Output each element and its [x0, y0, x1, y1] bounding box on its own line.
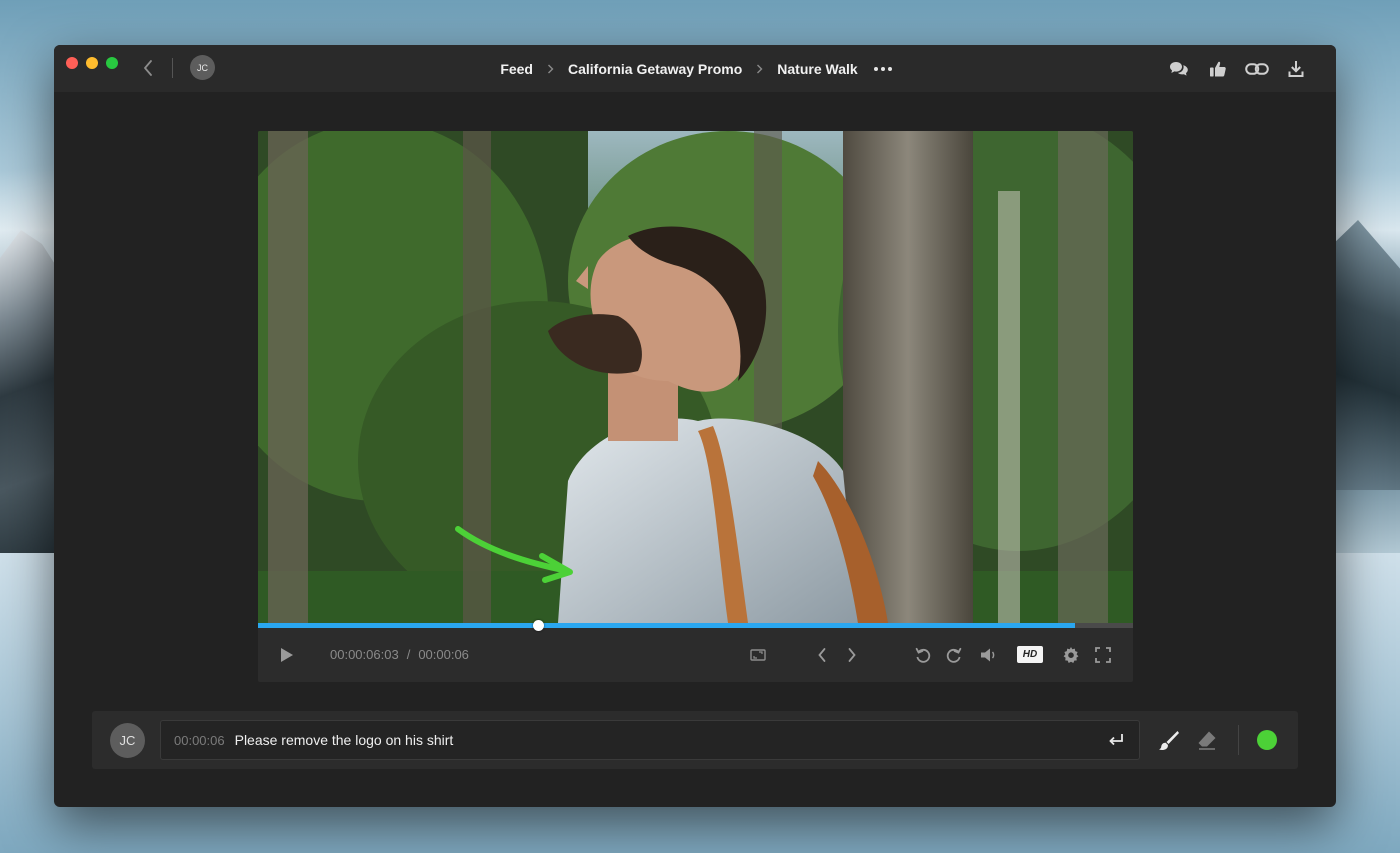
video-frame-image: [258, 131, 1133, 623]
chevron-right-icon: [848, 648, 856, 662]
toolbar-divider: [1238, 725, 1239, 755]
gear-icon: [1063, 647, 1079, 663]
previous-frame-button[interactable]: [809, 642, 835, 668]
color-picker-button[interactable]: [1257, 730, 1277, 750]
player-controls: 00:00:06:03 / 00:00:06 HD: [258, 628, 1133, 682]
download-icon[interactable]: [1283, 56, 1308, 81]
app-window: JC Feed California Getaway Promo Nature …: [54, 45, 1336, 807]
volume-button[interactable]: [976, 642, 1002, 668]
eraser-icon: [1198, 731, 1216, 750]
draw-tool-button[interactable]: [1155, 726, 1183, 754]
hd-quality-badge[interactable]: HD: [1017, 646, 1043, 663]
timecode-display: 00:00:06:03 / 00:00:06: [330, 647, 469, 662]
comment-composer: JC 00:00:06 Please remove the logo on hi…: [92, 711, 1298, 769]
comment-input[interactable]: 00:00:06 Please remove the logo on his s…: [160, 720, 1140, 760]
duration: 00:00:06: [418, 647, 469, 662]
play-icon: [281, 648, 293, 662]
comments-icon[interactable]: [1166, 56, 1191, 81]
commenter-avatar: JC: [110, 723, 145, 758]
forward-button[interactable]: [941, 642, 967, 668]
more-options-icon[interactable]: [873, 66, 892, 71]
breadcrumb: Feed California Getaway Promo Nature Wal…: [54, 45, 1336, 92]
next-frame-button[interactable]: [839, 642, 865, 668]
breadcrumb-project[interactable]: California Getaway Promo: [566, 61, 744, 77]
time-separator: /: [406, 647, 411, 662]
titlebar-actions: [1166, 56, 1308, 81]
aspect-ratio-button[interactable]: [745, 642, 771, 668]
brush-icon: [1159, 731, 1179, 750]
comment-timestamp[interactable]: 00:00:06: [174, 733, 225, 748]
chevron-right-icon: [547, 64, 554, 74]
link-icon[interactable]: [1244, 56, 1269, 81]
fullscreen-icon: [1095, 647, 1111, 663]
chevron-left-icon: [818, 648, 826, 662]
eraser-tool-button[interactable]: [1193, 726, 1221, 754]
breadcrumb-asset[interactable]: Nature Walk: [775, 61, 859, 77]
settings-button[interactable]: [1058, 642, 1084, 668]
background-mountain-right: [1330, 220, 1400, 490]
rewind-button[interactable]: [910, 642, 936, 668]
video-frame[interactable]: [258, 131, 1133, 623]
volume-icon: [981, 648, 995, 662]
background-mountain-left: [0, 230, 60, 580]
aspect-ratio-icon: [750, 649, 766, 661]
video-player: 00:00:06:03 / 00:00:06 HD: [258, 131, 1133, 682]
breadcrumb-feed[interactable]: Feed: [498, 61, 535, 77]
chevron-right-icon: [756, 64, 763, 74]
title-bar: JC Feed California Getaway Promo Nature …: [54, 45, 1336, 92]
enter-icon: [1109, 734, 1123, 746]
current-time: 00:00:06:03: [330, 647, 399, 662]
fullscreen-button[interactable]: [1090, 642, 1116, 668]
thumbs-up-icon[interactable]: [1205, 56, 1230, 81]
forward-icon: [946, 647, 962, 663]
submit-comment-button[interactable]: [1103, 727, 1129, 753]
rewind-icon: [915, 647, 931, 663]
comment-text[interactable]: Please remove the logo on his shirt: [235, 732, 1103, 748]
play-button[interactable]: [274, 642, 300, 668]
